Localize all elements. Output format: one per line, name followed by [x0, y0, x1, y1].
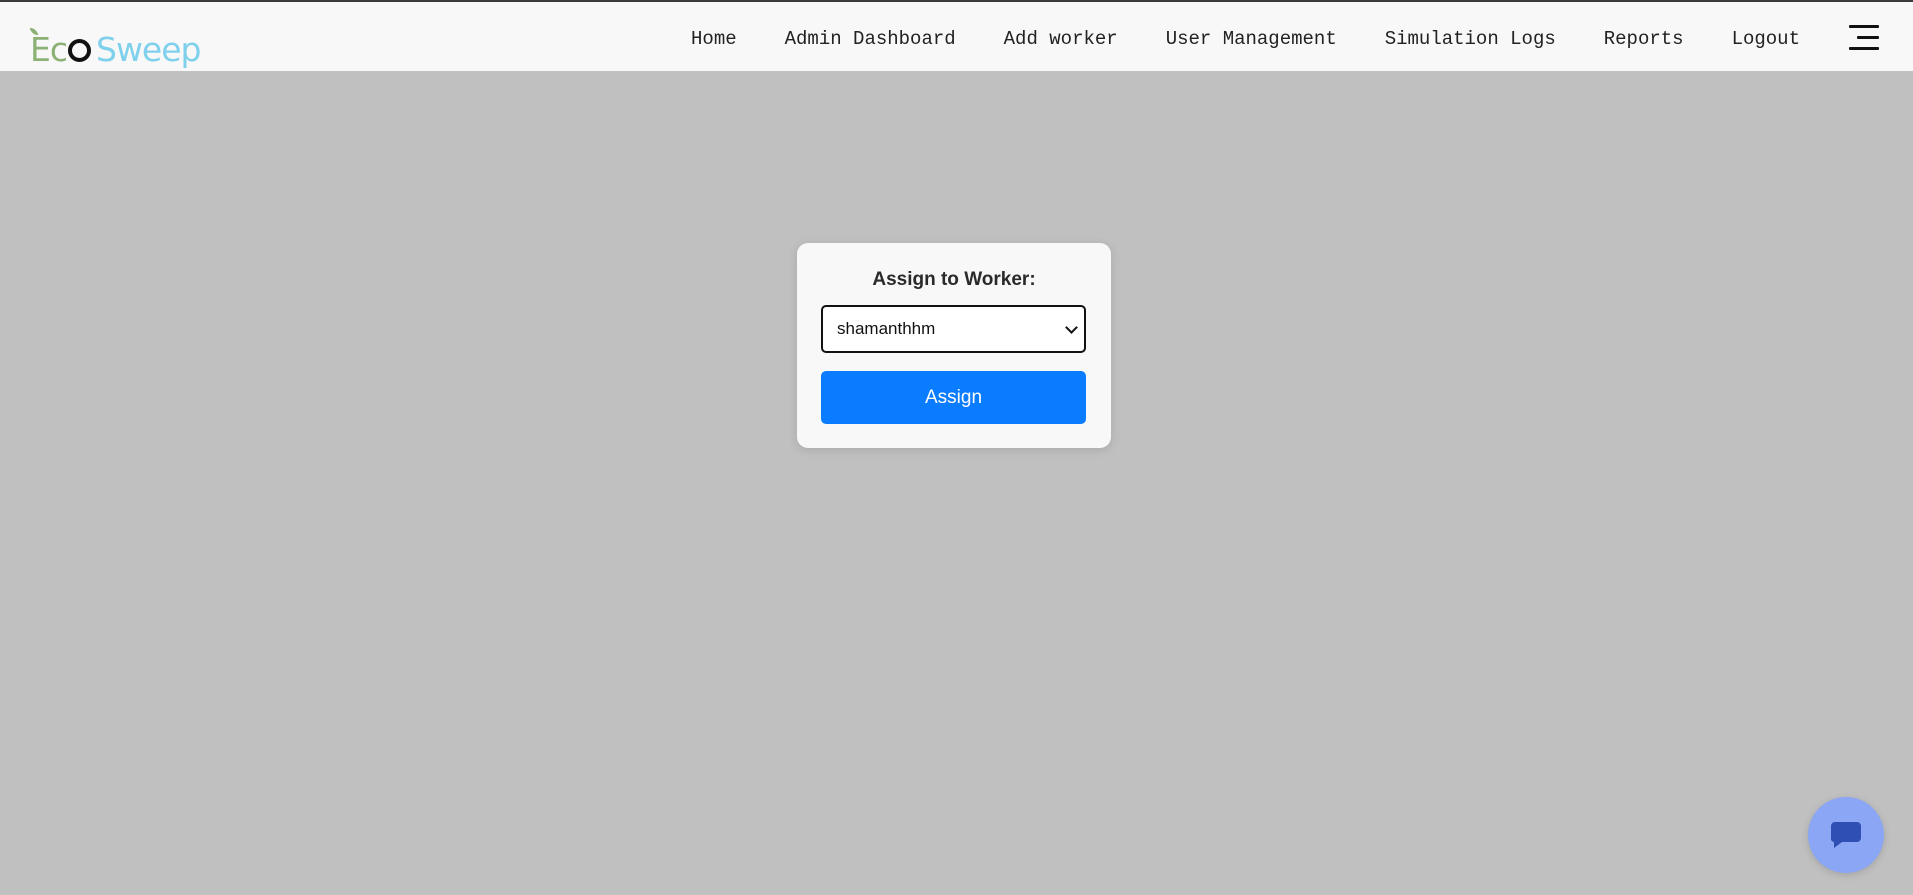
assign-worker-label: Assign to Worker:: [872, 269, 1036, 290]
nav-logout[interactable]: Logout: [1732, 28, 1800, 50]
logo-o-ring-icon: [68, 39, 91, 62]
eco-sweep-logo[interactable]: Ec Sweep: [29, 16, 201, 69]
chat-bubble-icon: [1831, 822, 1861, 848]
assign-worker-card: Assign to Worker: shamanthhm Assign: [797, 243, 1111, 448]
nav-links: Home Admin Dashboard Add worker User Man…: [691, 4, 1800, 73]
logo-eco-text: Ec: [29, 26, 93, 69]
hamburger-menu-icon[interactable]: [1849, 25, 1879, 51]
chat-button[interactable]: [1808, 797, 1884, 873]
nav-admin-dashboard[interactable]: Admin Dashboard: [785, 28, 956, 50]
chevron-down-icon: [1065, 320, 1078, 334]
worker-select-value: shamanthhm: [837, 319, 936, 338]
nav-reports[interactable]: Reports: [1604, 28, 1684, 50]
logo-sweep-text: Sweep: [96, 30, 201, 69]
logo-eco-letters: Ec: [30, 30, 68, 69]
nav-user-management[interactable]: User Management: [1166, 28, 1337, 50]
hamburger-line: [1849, 25, 1879, 28]
nav-home[interactable]: Home: [691, 28, 737, 50]
worker-select[interactable]: shamanthhm: [821, 305, 1086, 353]
navbar: Ec Sweep Home Admin Dashboard Add worker…: [0, 2, 1913, 71]
nav-simulation-logs[interactable]: Simulation Logs: [1385, 28, 1556, 50]
assign-button[interactable]: Assign: [821, 371, 1086, 424]
hamburger-line: [1857, 36, 1879, 39]
nav-add-worker[interactable]: Add worker: [1004, 28, 1118, 50]
hamburger-line: [1849, 47, 1879, 50]
